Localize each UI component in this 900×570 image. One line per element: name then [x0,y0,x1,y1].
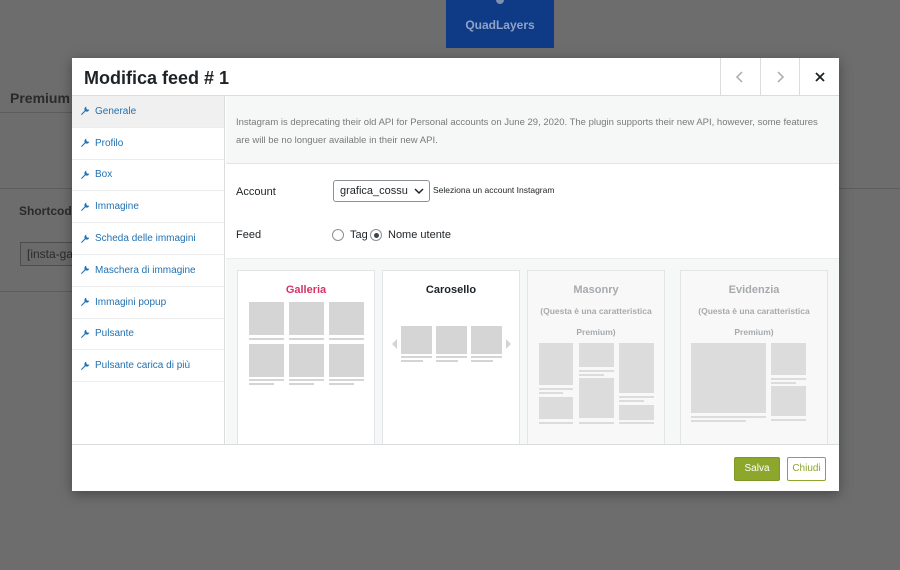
modal-title: Modifica feed # 1 [84,68,230,88]
divider [0,291,72,292]
carousel-preview-icon [392,326,511,362]
next-button[interactable] [760,58,799,96]
feed-radio-username-label: Nome utente [388,229,451,241]
account-hint: Seleziona un account Instagram [433,185,555,195]
sidebar-item-pulsante[interactable]: Pulsante [72,319,224,351]
account-select-value: grafica_cossu [340,185,408,197]
layout-card-title: Masonry [573,284,619,296]
layout-card-gallery[interactable]: Galleria [237,270,375,444]
modal-footer: Salva Chiudi [72,444,839,491]
quadlayers-logo: QuadLayers [446,0,554,48]
close-button[interactable]: Chiudi [787,457,826,481]
divider [0,112,72,113]
feed-radio-tag-label: Tag [350,229,368,241]
account-label: Account [236,186,276,198]
modal-header: Modifica feed # 1 [72,58,839,96]
wrench-icon [81,234,90,243]
layout-card-highlight[interactable]: Evidenzia (Questa è una caratteristica P… [680,270,828,444]
sidebar-item-scheda-delle-immagini[interactable]: Scheda delle immagini [72,223,224,255]
chevron-right-icon [777,71,785,83]
logo-text: QuadLayers [465,18,535,32]
close-icon [814,72,825,82]
wrench-icon [81,138,90,148]
sidebar-item-label: Pulsante carica di più [95,360,191,372]
sidebar-item-immagini-popup[interactable]: Immagini popup [72,287,224,319]
feed-radio-username[interactable] [370,229,382,241]
masonry-preview-icon [539,343,654,424]
sidebar-item-label: Profilo [95,137,124,149]
sidebar-item-maschera-di-immagine[interactable]: Maschera di immagine [72,255,224,287]
sidebar-item-box[interactable]: Box [72,160,224,192]
logo-icon [496,0,504,4]
sidebar-item-profilo[interactable]: Profilo [72,128,224,160]
shortcode-label: Shortcode [19,204,79,218]
sidebar-item-label: Immagini popup [95,296,167,308]
wrench-icon [81,107,90,116]
sidebar-item-label: Maschera di immagine [95,264,196,276]
sidebar-item-immagine[interactable]: Immagine [72,191,224,224]
layout-picker: Galleria Carosello Masonry (Questa è una… [226,259,839,444]
edit-feed-modal: Modifica feed # 1 Generale Profilo Box Imma… [72,58,839,491]
sidebar-item-pulsante-carica-di-pi[interactable]: Pulsante carica di più [72,350,224,383]
sidebar-item-generale[interactable]: Generale [72,96,224,128]
sidebar-item-label: Box [95,169,113,181]
layout-card-title: Galleria [285,284,327,296]
wrench-icon [81,266,90,275]
shortcode-field: [insta-ga [20,242,80,266]
account-select[interactable]: grafica_cossu [333,180,430,202]
wrench-icon [81,361,90,370]
close-modal-button[interactable] [799,58,839,96]
sidebar-item-label: Pulsante [95,328,134,340]
wrench-icon [81,170,90,179]
save-button[interactable]: Salva [734,457,780,481]
sidebar-item-label: Scheda delle immagini [95,233,196,245]
chevron-down-icon [414,188,424,195]
wrench-icon [81,329,90,338]
feed-radio-tag[interactable] [332,229,344,241]
api-deprecation-notice: Instagram is deprecating their old API f… [226,96,839,164]
sidebar-item-label: Generale [95,105,137,117]
premium-note: (Questa è una caratteristica Premium) [698,306,810,337]
premium-note: (Questa è una caratteristica Premium) [540,306,652,337]
sidebar-item-label: Immagine [95,201,139,213]
layout-card-carousel[interactable]: Carosello [382,270,520,444]
settings-content: Instagram is deprecating their old API f… [226,96,839,444]
feed-label: Feed [236,229,262,241]
premium-tab: Premium [10,90,70,106]
layout-card-masonry[interactable]: Masonry (Questa è una caratteristica Pre… [527,270,665,444]
settings-sidebar: Generale Profilo Box Immagine Scheda delle i… [72,96,225,444]
layout-card-title: Carosello [425,284,477,296]
previous-button[interactable] [720,58,759,96]
layout-card-title: Evidenzia [728,284,780,296]
wrench-icon [81,297,90,307]
highlight-preview-icon [691,343,806,422]
wrench-icon [81,202,90,211]
gallery-preview-icon [249,302,364,385]
chevron-left-icon [735,71,743,83]
